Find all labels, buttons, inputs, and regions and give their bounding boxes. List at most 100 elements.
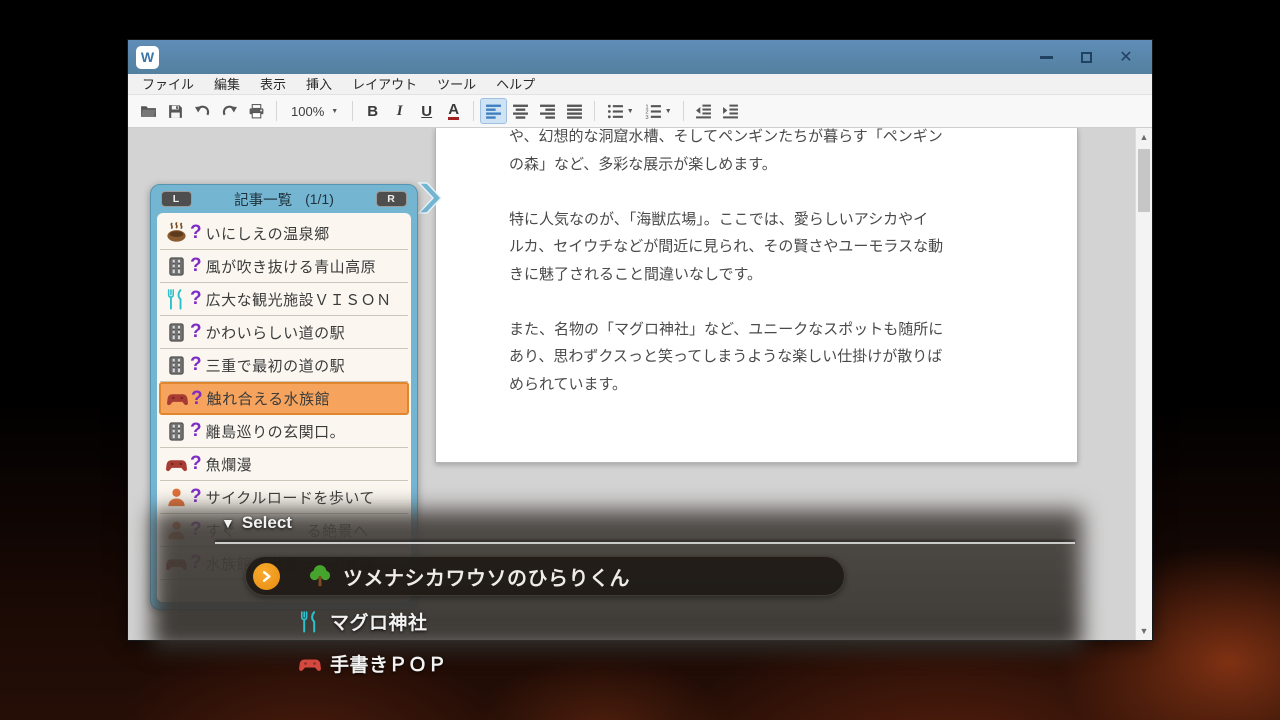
- building-icon: [165, 321, 188, 344]
- menu-item[interactable]: ヘルプ: [486, 74, 545, 95]
- article-list-title: 記事一覧: [234, 189, 292, 210]
- selection-cursor-icon: [253, 563, 280, 590]
- scroll-up-button[interactable]: ▲: [1136, 128, 1152, 146]
- person-icon: [165, 486, 188, 509]
- r-shoulder-button[interactable]: R: [376, 191, 407, 207]
- indent-button[interactable]: [717, 98, 744, 124]
- article-list-item[interactable]: ? 三重で最初の道の駅: [160, 349, 408, 382]
- question-mark-badge: ?: [190, 420, 202, 442]
- select-button-prompt[interactable]: ▼ Select: [221, 513, 292, 533]
- question-mark-badge: ?: [190, 321, 202, 343]
- game-screen: W ✕ ファイル編集表示挿入レイアウトツールヘルプ 100% ▼ B: [0, 0, 1280, 720]
- overlay-menu-item[interactable]: ツメナシカワウソのひらりくん: [245, 556, 845, 596]
- chevron-down-icon: ▼: [627, 108, 634, 115]
- article-title: 離島巡りの玄関口。: [206, 421, 346, 442]
- article-list-item[interactable]: ? かわいらしい道の駅: [160, 316, 408, 349]
- document-page[interactable]: や、幻想的な洞窟水槽、そしてペンギンたちが暮らす「ペンギンの森」など、多彩な展示…: [435, 128, 1078, 463]
- menu-item[interactable]: 編集: [204, 74, 250, 95]
- menu-item[interactable]: 表示: [250, 74, 296, 95]
- zoom-dropdown[interactable]: 100% ▼: [283, 98, 346, 124]
- article-list-item[interactable]: ? いにしえの温泉郷: [160, 217, 408, 250]
- print-button[interactable]: [243, 98, 270, 124]
- document-text-line: の森」など、多彩な展示が楽しめます。: [509, 151, 943, 179]
- open-file-button[interactable]: [135, 98, 162, 124]
- numbered-list-button[interactable]: ▼: [639, 98, 677, 124]
- document-text: や、幻想的な洞窟水槽、そしてペンギンたちが暮らす「ペンギンの森」など、多彩な展示…: [509, 128, 943, 398]
- article-title: 風が吹き抜ける青山高原: [206, 256, 377, 277]
- overlay-menu-item[interactable]: 手書きＰＯＰ: [298, 647, 845, 680]
- gamepad-icon: [165, 453, 188, 476]
- panel-pointer-icon: [416, 180, 444, 216]
- question-mark-badge: ?: [191, 388, 203, 410]
- align-left-button[interactable]: [480, 98, 507, 124]
- building-icon: [165, 420, 188, 443]
- toolbar-separator: [594, 101, 595, 121]
- document-text-line: きに魅了されること間違いなしです。: [509, 261, 943, 289]
- restaurant-icon: [165, 288, 188, 311]
- article-list-item[interactable]: ? 広大な観光施設ＶＩＳＯＮ: [160, 283, 408, 316]
- maximize-button[interactable]: [1078, 49, 1094, 65]
- titlebar[interactable]: W ✕: [128, 40, 1152, 74]
- close-button[interactable]: ✕: [1118, 49, 1134, 65]
- toolbar-separator: [352, 101, 353, 121]
- toolbar-separator: [473, 101, 474, 121]
- article-list-item[interactable]: ? 触れ合える水族館: [159, 382, 409, 415]
- menu-item[interactable]: ツール: [427, 74, 486, 95]
- overlay-item-label: マグロ神社: [330, 608, 428, 635]
- align-right-button[interactable]: [534, 98, 561, 124]
- toolbar-separator: [276, 101, 277, 121]
- down-triangle-icon: ▼: [221, 515, 235, 531]
- article-list-item[interactable]: ? 魚爛漫: [160, 448, 408, 481]
- overlay-item-label: ツメナシカワウソのひらりくん: [343, 562, 630, 591]
- article-title: 触れ合える水族館: [207, 388, 331, 409]
- onsen-icon: [165, 222, 188, 245]
- question-mark-badge: ?: [190, 354, 202, 376]
- article-list-item[interactable]: ? 離島巡りの玄関口。: [160, 415, 408, 448]
- menu-item[interactable]: レイアウト: [342, 74, 427, 95]
- overlay-menu-item[interactable]: マグロ神社: [298, 605, 845, 638]
- align-justify-button[interactable]: [561, 98, 588, 124]
- undo-button[interactable]: [189, 98, 216, 124]
- gamepad-icon: [298, 652, 322, 676]
- save-button[interactable]: [162, 98, 189, 124]
- scroll-down-button[interactable]: ▼: [1136, 622, 1152, 640]
- menu-item[interactable]: ファイル: [132, 74, 204, 95]
- question-mark-badge: ?: [190, 453, 202, 475]
- gamepad-icon: [166, 387, 189, 410]
- document-text-line: ルカ、セイウチなどが間近に見られ、その賢さやユーモラスな動: [509, 233, 943, 261]
- article-list-page-count: (1/1): [305, 191, 334, 207]
- toolbar: 100% ▼ B I U A ▼ ▼: [128, 95, 1152, 128]
- outdent-button[interactable]: [690, 98, 717, 124]
- toolbar-separator: [683, 101, 684, 121]
- menubar: ファイル編集表示挿入レイアウトツールヘルプ: [128, 74, 1152, 95]
- app-icon: W: [136, 46, 159, 69]
- article-list-item[interactable]: ? 風が吹き抜ける青山高原: [160, 250, 408, 283]
- article-list-header: L 記事一覧 (1/1) R: [151, 185, 417, 213]
- document-text-line: や、幻想的な洞窟水槽、そしてペンギンたちが暮らす「ペンギン: [509, 128, 943, 151]
- article-title: 三重で最初の道の駅: [206, 355, 346, 376]
- underline-button[interactable]: U: [413, 98, 440, 124]
- align-center-button[interactable]: [507, 98, 534, 124]
- document-text-line: また、名物の「マグロ神社」など、ユニークなスポットも随所に: [509, 316, 943, 344]
- article-title: 魚爛漫: [206, 454, 253, 475]
- redo-button[interactable]: [216, 98, 243, 124]
- bullet-list-button[interactable]: ▼: [601, 98, 639, 124]
- overlay-item-label: 手書きＰＯＰ: [330, 650, 447, 677]
- question-mark-badge: ?: [190, 288, 202, 310]
- document-text-line: められています。: [509, 371, 943, 399]
- scrollbar-thumb[interactable]: [1138, 149, 1150, 212]
- building-icon: [165, 255, 188, 278]
- chevron-down-icon: ▼: [665, 108, 672, 115]
- bold-button[interactable]: B: [359, 98, 386, 124]
- italic-button[interactable]: I: [386, 98, 413, 124]
- restaurant-icon: [298, 610, 322, 634]
- building-icon: [165, 354, 188, 377]
- menu-item[interactable]: 挿入: [296, 74, 342, 95]
- scrollbar[interactable]: ▲ ▼: [1135, 128, 1152, 640]
- question-mark-badge: ?: [190, 486, 202, 508]
- font-color-button[interactable]: A: [440, 98, 467, 124]
- minimize-button[interactable]: [1038, 49, 1054, 65]
- l-shoulder-button[interactable]: L: [161, 191, 192, 207]
- document-text-line: [509, 288, 943, 316]
- question-mark-badge: ?: [190, 222, 202, 244]
